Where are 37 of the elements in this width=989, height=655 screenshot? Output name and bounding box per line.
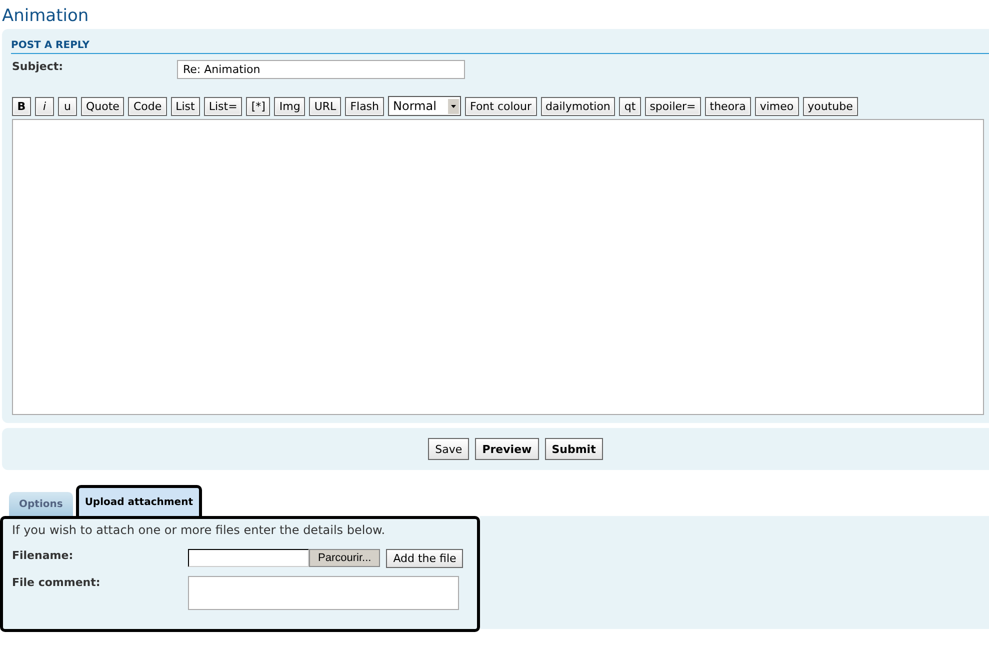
action-button[interactable]: Submit [544,438,603,460]
format-button[interactable]: List [170,96,200,116]
comment-field[interactable] [188,576,459,610]
format-button[interactable]: B [12,96,31,116]
font-size-dropdown[interactable]: Normal [388,96,462,116]
panel-heading: POST A REPLY [11,29,989,54]
filename-field[interactable] [188,549,309,567]
subject-label: Subject: [12,60,64,75]
page-title: Animation [1,5,90,28]
format-button[interactable]: URL [309,96,342,116]
action-button[interactable]: Preview [475,438,539,460]
browse-button[interactable]: Parcourir... [309,549,380,567]
tab[interactable]: Upload attachment [76,485,202,516]
intro-text: If you wish to attach one or more files enter the details below. [12,523,386,537]
format-button[interactable]: Flash [345,96,384,116]
subject-field[interactable]: Re: Animation [177,60,465,79]
message-field[interactable] [12,119,984,415]
add-file-button[interactable]: Add the file [386,549,464,568]
format-button[interactable]: dailymotion [540,96,616,116]
format-button[interactable]: [*] [246,96,270,116]
action-button[interactable]: Save [428,438,470,460]
format-button[interactable]: Font colour [465,96,537,116]
format-button[interactable]: Code [128,96,167,116]
comment-label: File comment: [12,576,102,589]
format-button[interactable]: qt [619,96,641,116]
format-button[interactable]: Img [274,96,306,116]
caret-icon [448,98,460,114]
format-button[interactable]: spoiler= [644,96,701,116]
format-button[interactable]: Quote [81,96,124,116]
format-button[interactable]: theora [704,96,751,116]
tab[interactable]: Options [9,492,73,516]
format-button[interactable]: youtube [802,96,858,116]
format-button[interactable]: List= [204,96,242,116]
filename-label: Filename: [12,549,74,562]
format-button[interactable]: i [35,96,54,116]
format-button[interactable]: u [58,96,77,116]
format-button[interactable]: vimeo [754,96,799,116]
